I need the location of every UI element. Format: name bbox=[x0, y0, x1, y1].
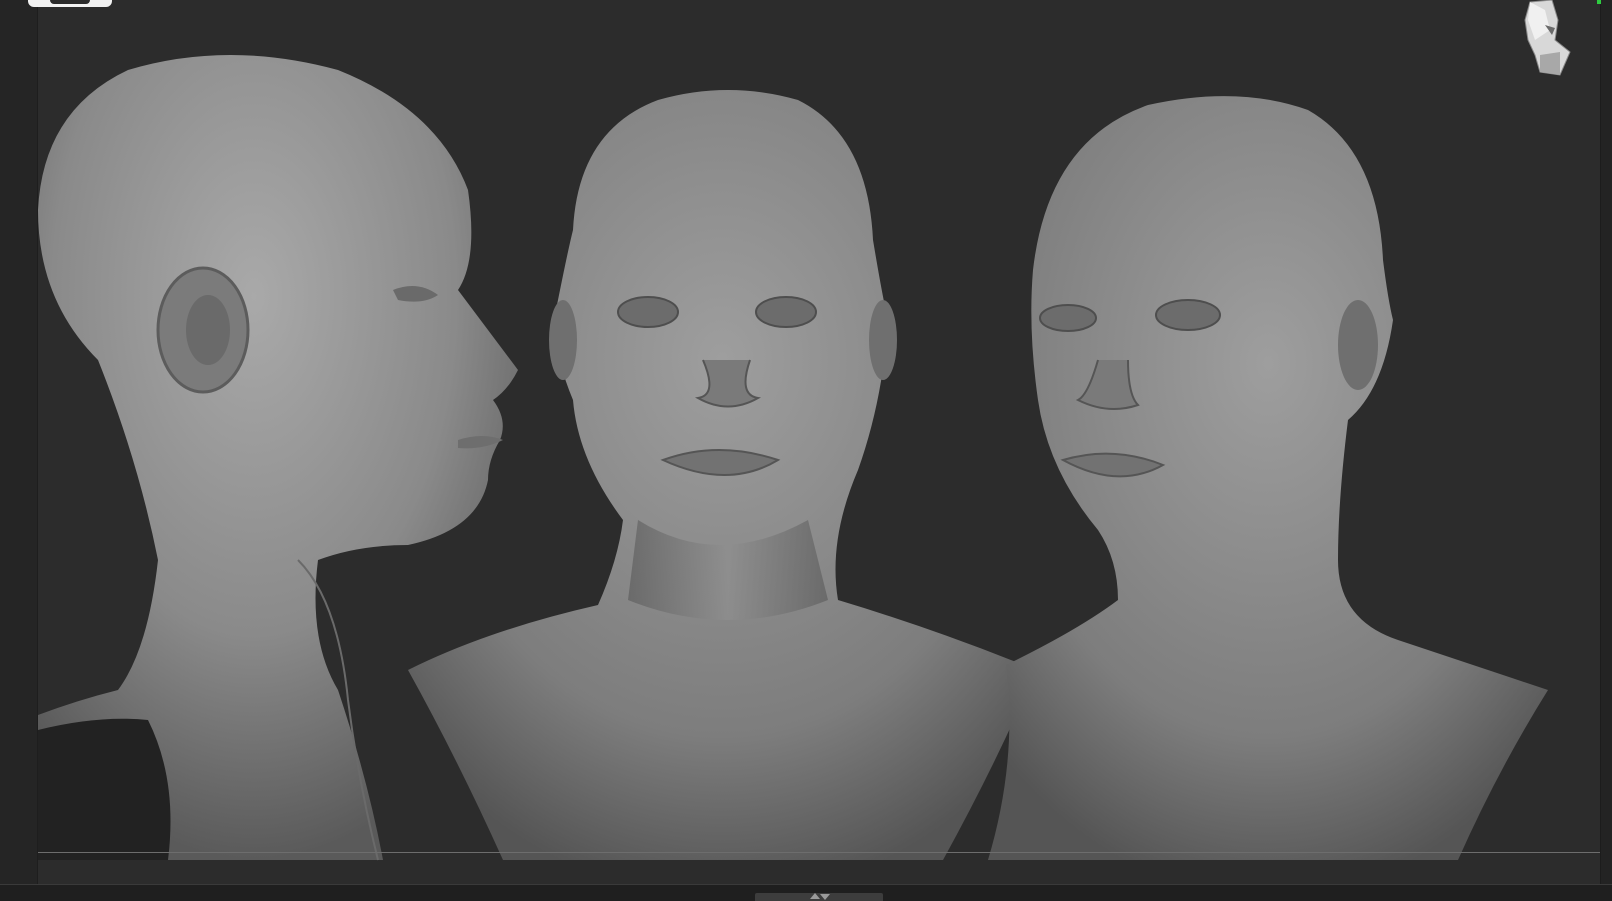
viewport-canvas[interactable] bbox=[38, 0, 1601, 884]
corner-toggle-icon[interactable] bbox=[28, 0, 112, 7]
shelf-collapse-arrow-icon[interactable] bbox=[820, 894, 830, 900]
sculpt-front-view bbox=[408, 90, 1036, 860]
sculpt-app-window bbox=[0, 0, 1612, 901]
status-indicator bbox=[1597, 0, 1601, 4]
head-navigation-gizmo-icon[interactable] bbox=[1500, 0, 1580, 80]
sculpt-three-quarter-view bbox=[988, 96, 1548, 861]
3d-viewport[interactable] bbox=[38, 0, 1601, 884]
left-tool-tray[interactable] bbox=[0, 0, 38, 890]
shelf-expand-arrow-icon[interactable] bbox=[810, 893, 820, 899]
right-tool-tray[interactable] bbox=[1600, 0, 1612, 890]
viewport-floor-line bbox=[38, 852, 1601, 853]
